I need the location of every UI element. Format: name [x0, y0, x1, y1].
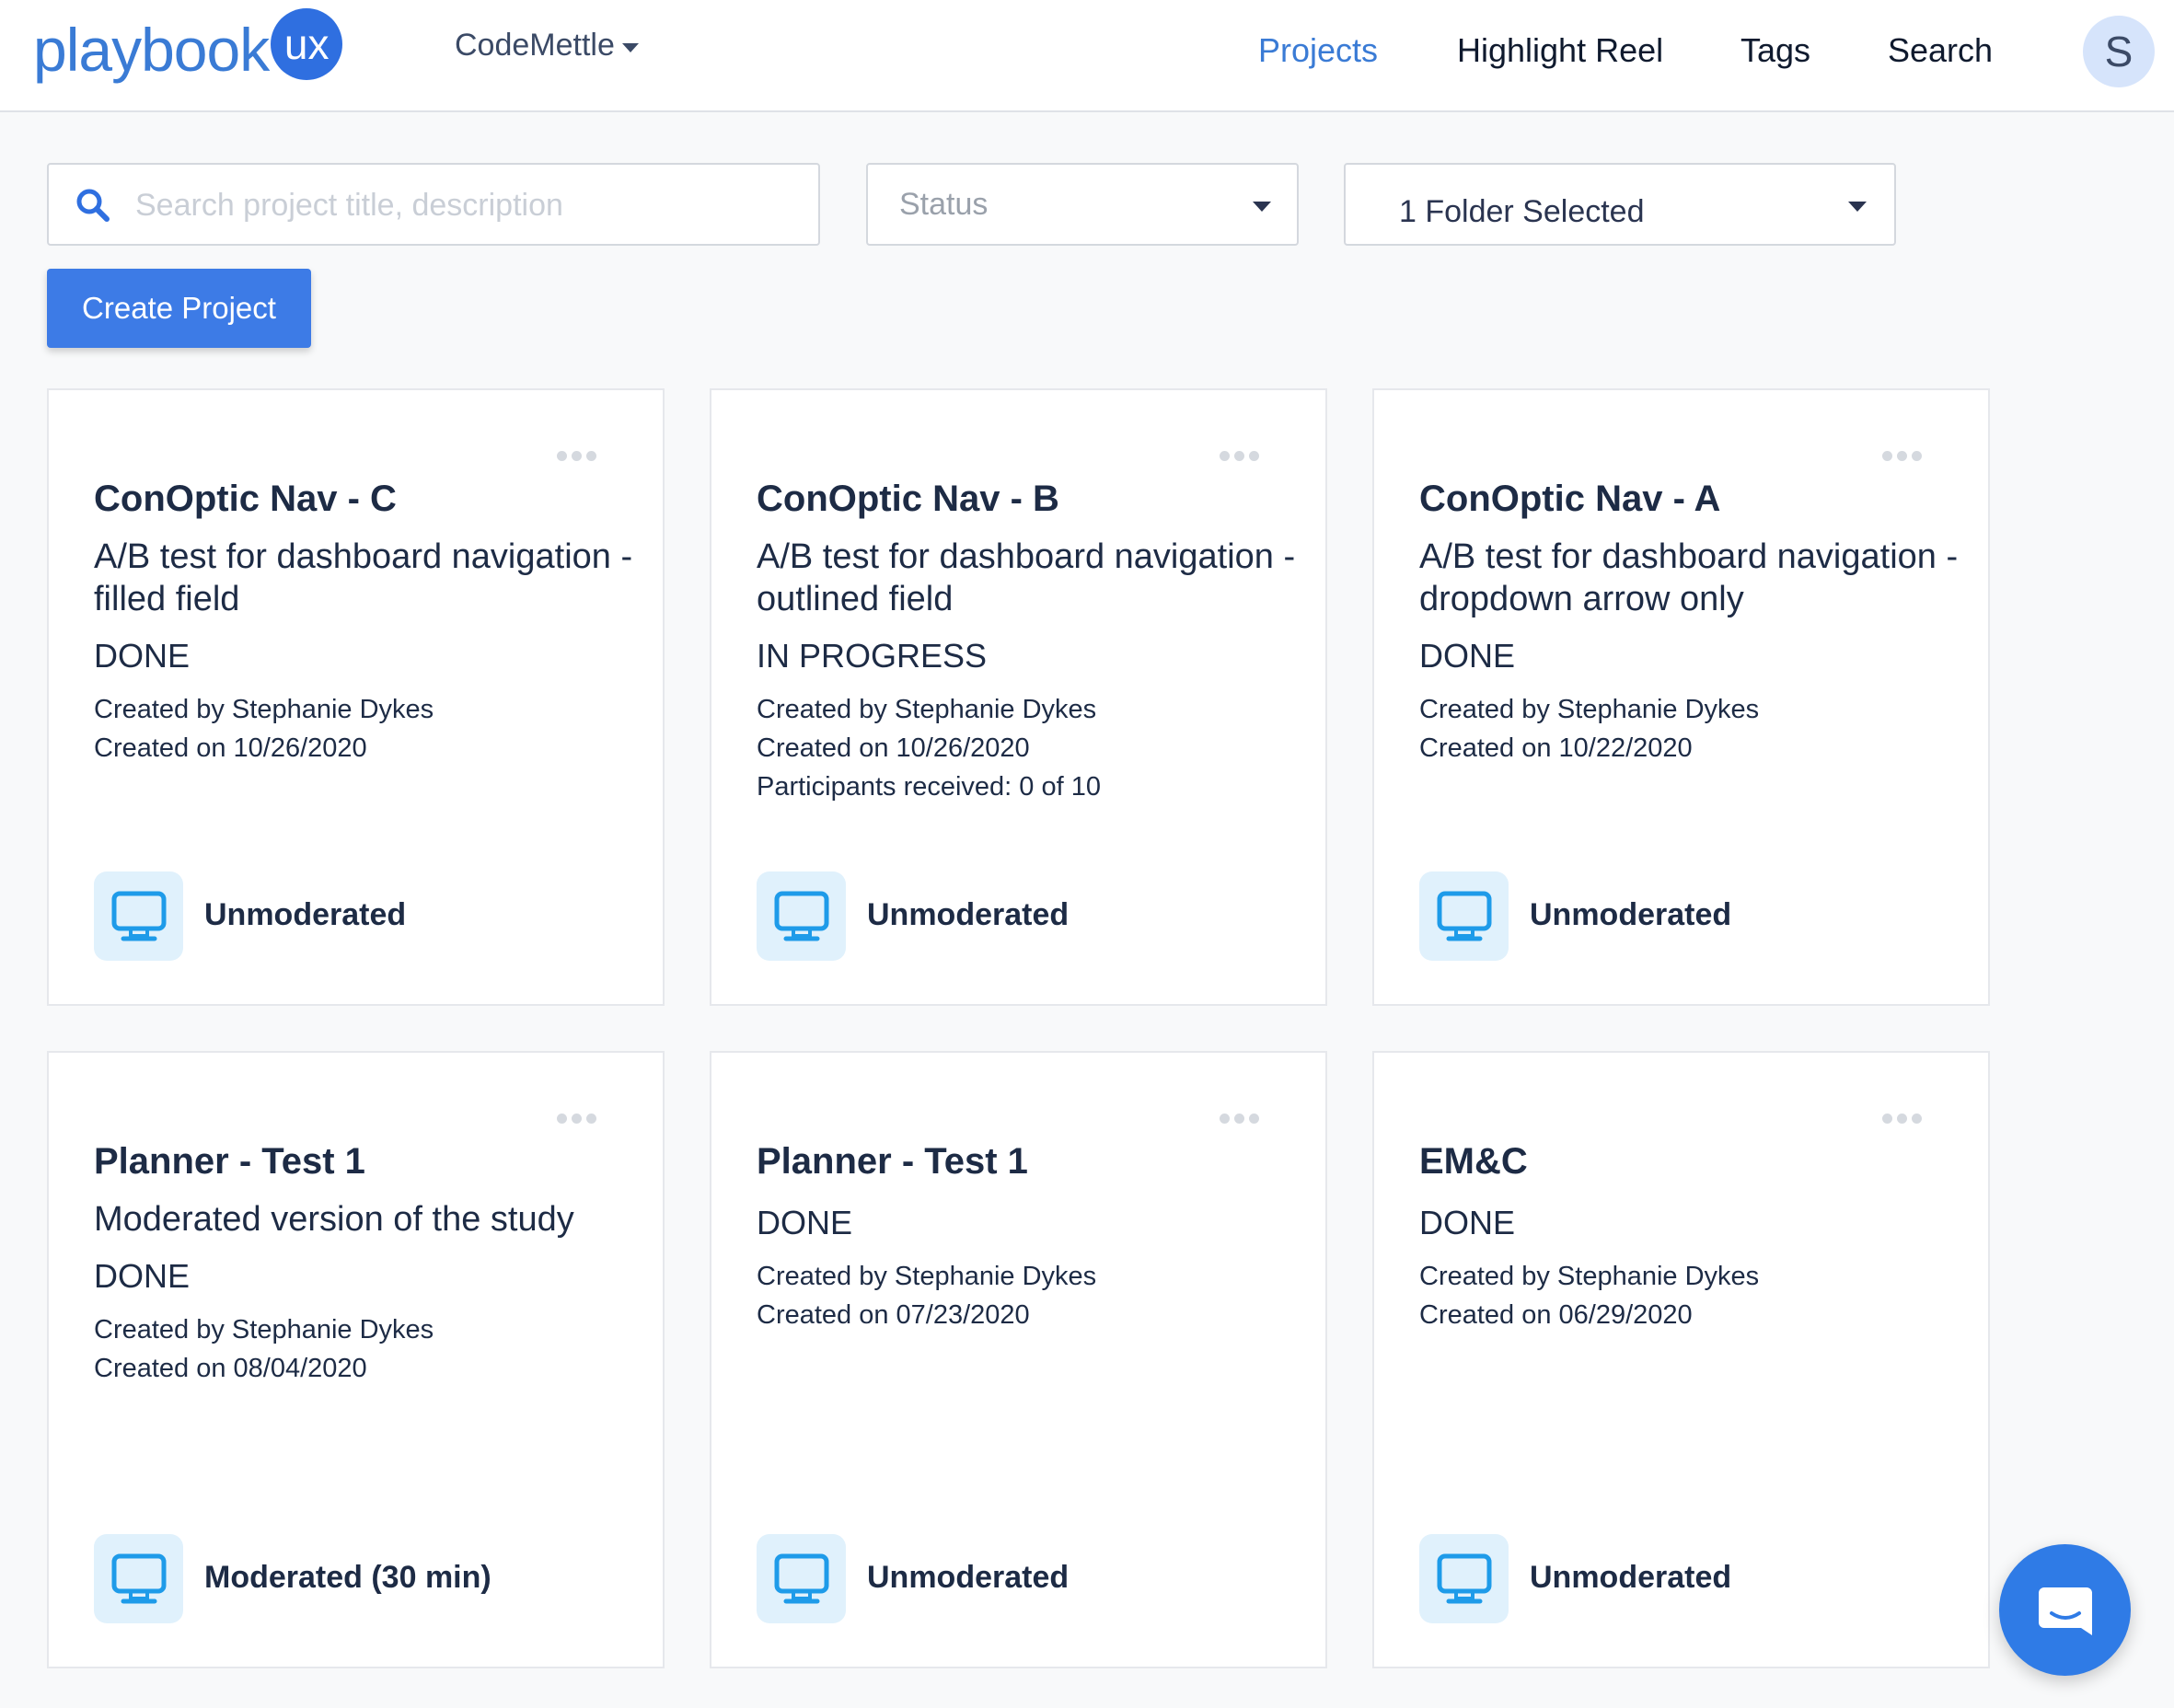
monitor-icon	[1437, 891, 1491, 941]
project-title: ConOptic Nav - A	[1419, 479, 1721, 519]
caret-down-icon	[1848, 202, 1867, 212]
project-card[interactable]: ConOptic Nav - A A/B test for dashboard …	[1372, 388, 1990, 1006]
monitor-icon	[774, 1553, 828, 1603]
participants-received: Participants received: 0 of 10	[757, 772, 1101, 802]
more-options-icon[interactable]	[1220, 451, 1259, 461]
created-by: Created by Stephanie Dykes	[757, 695, 1097, 724]
monitor-icon-tile	[94, 871, 183, 961]
caret-down-icon	[1253, 202, 1271, 212]
chevron-down-icon	[621, 42, 639, 52]
session-type: Unmoderated	[1530, 897, 1732, 932]
search-icon	[76, 189, 110, 222]
created-on: Created on 07/23/2020	[757, 1300, 1030, 1330]
session-type: Unmoderated	[867, 897, 1070, 932]
monitor-icon	[774, 891, 828, 941]
project-status: DONE	[94, 637, 191, 675]
search-input[interactable]	[133, 178, 800, 233]
nav-tags[interactable]: Tags	[1740, 31, 1810, 70]
created-by: Created by Stephanie Dykes	[1419, 1262, 1760, 1291]
created-on: Created on 10/26/2020	[94, 733, 367, 763]
top-nav-bar: playbook ux CodeMettle Projects Highligh…	[0, 0, 2174, 112]
status-select-label: Status	[899, 187, 989, 222]
project-title: ConOptic Nav - C	[94, 479, 397, 519]
project-search	[47, 163, 820, 246]
monitor-icon-tile	[757, 871, 846, 961]
org-name: CodeMettle	[455, 28, 615, 63]
monitor-icon	[111, 1553, 166, 1603]
created-by: Created by Stephanie Dykes	[94, 695, 434, 724]
project-status: DONE	[1419, 1204, 1516, 1241]
more-options-icon[interactable]	[1220, 1114, 1259, 1124]
status-select[interactable]: Status	[866, 163, 1299, 246]
created-on: Created on 10/26/2020	[757, 733, 1030, 763]
project-card[interactable]: Planner - Test 1 DONE Created by Stephan…	[710, 1051, 1327, 1668]
session-type: Moderated (30 min)	[204, 1560, 491, 1595]
project-card[interactable]: Planner - Test 1 Moderated version of th…	[47, 1051, 665, 1668]
project-title: Planner - Test 1	[757, 1141, 1028, 1182]
project-status: DONE	[1419, 637, 1516, 675]
project-description: A/B test for dashboard navigation - drop…	[1419, 537, 1959, 618]
project-meta: Created by Stephanie Dykes Created on 06…	[1419, 1257, 1759, 1334]
project-meta: Created by Stephanie Dykes Created on 08…	[94, 1310, 434, 1388]
project-title: EM&C	[1419, 1141, 1528, 1182]
monitor-icon-tile	[94, 1534, 183, 1623]
project-status: IN PROGRESS	[757, 637, 988, 675]
nav-projects[interactable]: Projects	[1258, 31, 1378, 70]
project-card[interactable]: ConOptic Nav - B A/B test for dashboard …	[710, 388, 1327, 1006]
created-on: Created on 08/04/2020	[94, 1354, 367, 1383]
monitor-icon-tile	[1419, 1534, 1509, 1623]
project-card[interactable]: EM&C DONE Created by Stephanie Dykes Cre…	[1372, 1051, 1990, 1668]
session-type: Unmoderated	[1530, 1560, 1732, 1595]
playbook-logo[interactable]: playbook ux	[33, 8, 343, 87]
created-by: Created by Stephanie Dykes	[94, 1315, 434, 1344]
org-switcher[interactable]: CodeMettle	[455, 28, 639, 63]
project-meta: Created by Stephanie Dykes Created on 10…	[757, 690, 1101, 806]
session-type: Unmoderated	[204, 897, 407, 932]
folder-select-label: 1 Folder Selected	[1399, 194, 1645, 229]
nav-search[interactable]: Search	[1888, 31, 1993, 70]
nav-highlight-reel[interactable]: Highlight Reel	[1457, 31, 1663, 70]
logo-badge: ux	[271, 8, 343, 80]
chat-launcher-button[interactable]	[1999, 1544, 2131, 1676]
monitor-icon-tile	[1419, 871, 1509, 961]
more-options-icon[interactable]	[1882, 1114, 1922, 1124]
project-description: A/B test for dashboard navigation - outl…	[757, 537, 1296, 618]
folder-select[interactable]: 1 Folder Selected	[1344, 163, 1896, 246]
project-status: DONE	[94, 1257, 191, 1295]
more-options-icon[interactable]	[557, 1114, 596, 1124]
create-project-button[interactable]: Create Project	[47, 269, 311, 348]
project-description: A/B test for dashboard navigation - fill…	[94, 537, 633, 618]
monitor-icon	[1437, 1553, 1491, 1603]
more-options-icon[interactable]	[1882, 451, 1922, 461]
created-on: Created on 10/22/2020	[1419, 733, 1693, 763]
project-status: DONE	[757, 1204, 853, 1241]
project-card[interactable]: ConOptic Nav - C A/B test for dashboard …	[47, 388, 665, 1006]
created-by: Created by Stephanie Dykes	[1419, 695, 1760, 724]
monitor-icon	[111, 891, 166, 941]
session-type: Unmoderated	[867, 1560, 1070, 1595]
project-meta: Created by Stephanie Dykes Created on 10…	[94, 690, 434, 767]
created-by: Created by Stephanie Dykes	[757, 1262, 1097, 1291]
project-description: Moderated version of the study	[94, 1200, 574, 1239]
user-avatar[interactable]: S	[2083, 16, 2155, 87]
chat-icon	[2038, 1587, 2092, 1635]
project-title: Planner - Test 1	[94, 1141, 365, 1182]
project-meta: Created by Stephanie Dykes Created on 10…	[1419, 690, 1759, 767]
monitor-icon-tile	[757, 1534, 846, 1623]
created-on: Created on 06/29/2020	[1419, 1300, 1693, 1330]
project-meta: Created by Stephanie Dykes Created on 07…	[757, 1257, 1096, 1334]
project-title: ConOptic Nav - B	[757, 479, 1059, 519]
more-options-icon[interactable]	[557, 451, 596, 461]
logo-wordmark: playbook	[33, 16, 270, 84]
